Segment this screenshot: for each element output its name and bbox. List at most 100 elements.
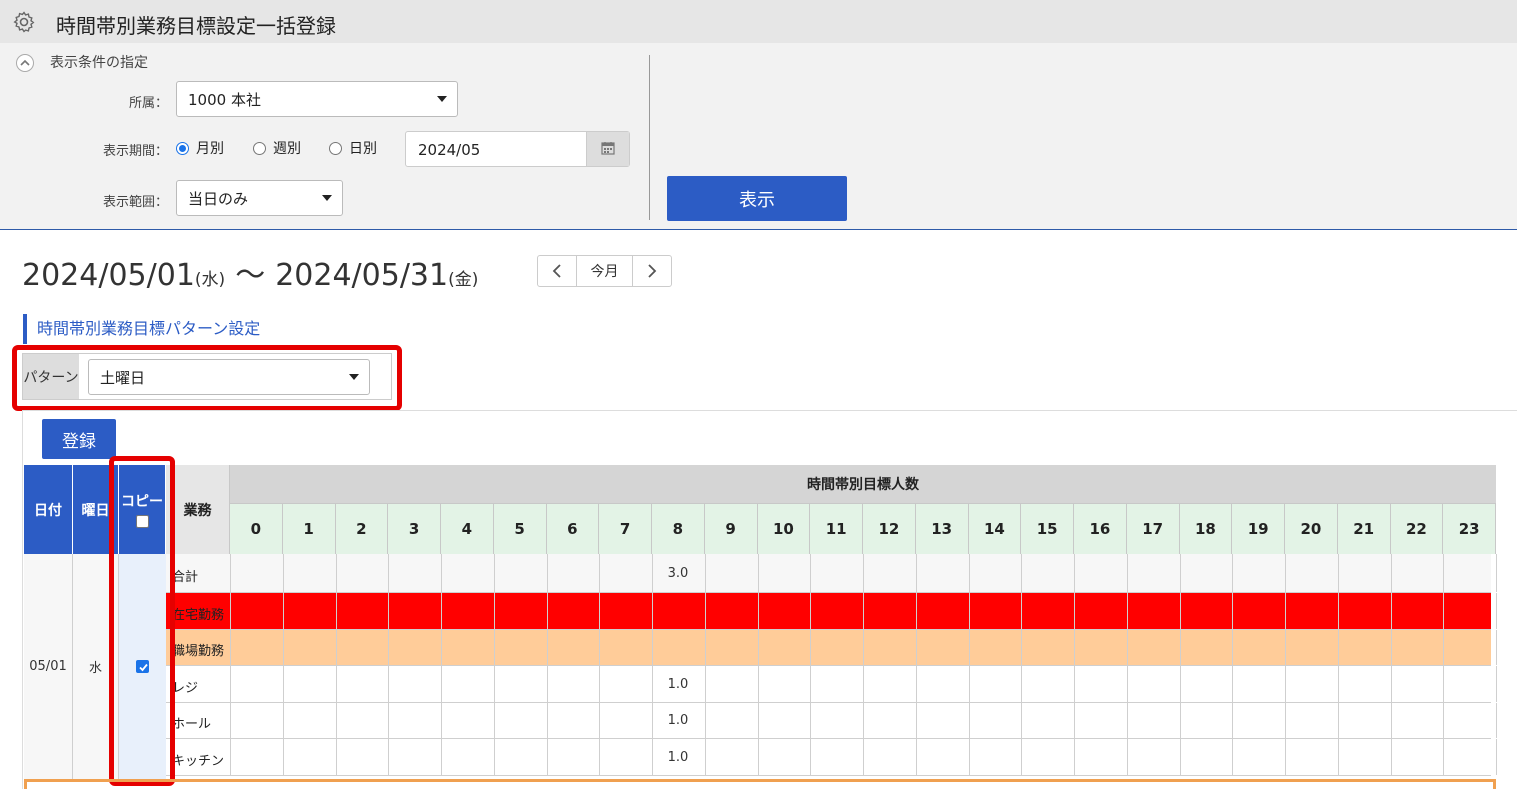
grid-line (863, 703, 864, 738)
target-value-cell[interactable]: 1.0 (652, 713, 704, 728)
pattern-section-title: 時間帯別業務目標パターン設定 (23, 314, 260, 344)
col-header-task: 業務 (166, 465, 230, 554)
grid-line (441, 666, 442, 702)
grid-line (1496, 593, 1497, 629)
affiliation-select[interactable]: 1000 本社 (176, 81, 458, 117)
task-name: キッチン (172, 753, 225, 769)
grid-line (1074, 593, 1075, 629)
task-name: ホール (172, 717, 212, 732)
grid-line (1496, 630, 1497, 665)
range-end: 2024/05/31 (275, 258, 449, 293)
hour-header: 15 (1021, 503, 1074, 554)
grid-line (1285, 666, 1286, 702)
grid-line (282, 554, 284, 592)
period-option-label: 月別 (196, 141, 224, 157)
grid-line (1179, 703, 1181, 738)
hour-header: 4 (441, 503, 494, 554)
grid-line (968, 666, 970, 702)
grid-line (1285, 593, 1286, 629)
grid-line (1285, 703, 1286, 738)
hour-header: 11 (810, 503, 863, 554)
current-month-button[interactable]: 今月 (576, 256, 633, 286)
grid-line (230, 739, 231, 775)
grid-line (1390, 739, 1392, 775)
grid-line (1337, 666, 1339, 702)
grid-line (335, 739, 337, 775)
grid-line (1390, 703, 1392, 738)
grid-line (1021, 703, 1023, 738)
grid-line (441, 703, 442, 738)
col-header-date: 日付 (24, 465, 73, 554)
target-value-cell[interactable]: 1.0 (652, 750, 704, 765)
page-title: 時間帯別業務目標設定一括登録 (56, 14, 336, 38)
grid-line (968, 554, 970, 592)
grid-line (1126, 739, 1128, 775)
month-input[interactable]: 2024/05 (405, 131, 630, 167)
grid-line (810, 554, 812, 592)
grid-line (652, 593, 653, 629)
grid-line (282, 666, 284, 702)
next-month-button[interactable] (633, 256, 671, 286)
register-button[interactable]: 登録 (42, 419, 116, 459)
grid-line (757, 554, 759, 592)
grid-line (1232, 739, 1234, 775)
conditions-header: 表示条件の指定 (50, 55, 148, 71)
hour-header: 9 (704, 503, 758, 554)
period-radio-daily[interactable]: 日別 (329, 138, 377, 158)
grid-line (546, 554, 548, 592)
calendar-button[interactable] (586, 132, 629, 166)
hour-header: 14 (968, 503, 1022, 554)
grid-line (1337, 703, 1339, 738)
hour-header: 13 (915, 503, 969, 554)
grid-line (968, 593, 970, 629)
table-row: 在宅勤務 (166, 593, 1497, 630)
grid-line (493, 666, 495, 702)
grid-line (863, 666, 864, 702)
period-radio-monthly[interactable]: 月別 (176, 138, 224, 158)
period-radio-weekly[interactable]: 週別 (253, 138, 301, 158)
grid-line (335, 554, 337, 592)
chevron-up-icon (20, 59, 30, 66)
grid-line (1496, 666, 1497, 702)
grid-line (1021, 630, 1023, 665)
hour-header: 19 (1232, 503, 1285, 554)
panel-top-border (22, 410, 1517, 411)
range-start: 2024/05/01 (22, 258, 195, 293)
grid-line (493, 739, 495, 775)
gear-icon[interactable] (12, 10, 36, 34)
grid-line (915, 666, 917, 702)
grid-line (863, 554, 864, 592)
grid-line (863, 593, 864, 629)
hour-header: 0 (230, 503, 283, 554)
scope-select[interactable]: 当日のみ (176, 180, 343, 216)
grid-line (1337, 630, 1339, 665)
hour-header: 21 (1337, 503, 1391, 554)
task-name: 職場勤務 (172, 644, 225, 659)
grid-line (810, 666, 812, 702)
show-button[interactable]: 表示 (667, 176, 847, 221)
grid-line (1126, 630, 1128, 665)
grid-line (1021, 739, 1023, 775)
grid-line (599, 703, 601, 738)
collapse-toggle[interactable] (16, 54, 34, 72)
grid-line (915, 630, 917, 665)
grid-line (1496, 554, 1497, 592)
range-end-dow: (金) (448, 270, 479, 290)
grid-line (1126, 666, 1128, 702)
grid-line (282, 630, 284, 665)
grid-line (441, 630, 442, 665)
calendar-icon (601, 142, 615, 155)
target-value-cell[interactable]: 3.0 (652, 566, 704, 581)
radio-checked-icon (176, 141, 189, 155)
grid-line (1179, 666, 1181, 702)
grid-line (335, 593, 337, 629)
grid-line (1390, 630, 1392, 665)
grid-line (1232, 703, 1234, 738)
target-value-cell[interactable]: 1.0 (652, 677, 704, 692)
chevron-left-icon (552, 264, 561, 278)
grid-line (546, 739, 548, 775)
grid-line (704, 739, 706, 775)
affiliation-label: 所属： (128, 96, 168, 111)
hour-header: 1 (282, 503, 336, 554)
prev-month-button[interactable] (538, 256, 576, 286)
